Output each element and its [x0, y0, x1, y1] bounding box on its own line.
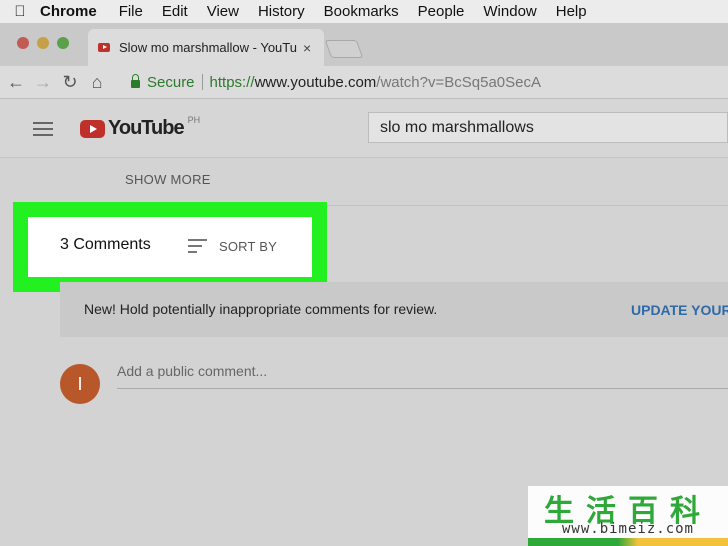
comments-count: 3 Comments	[60, 236, 151, 253]
mac-menubar:  Chrome File Edit View History Bookmark…	[0, 0, 728, 23]
menu-history[interactable]: History	[258, 3, 305, 20]
watermark-bar	[528, 538, 728, 546]
tab-title: Slow mo marshmallow - YouTube	[119, 40, 297, 55]
menu-file[interactable]: File	[119, 3, 143, 20]
menu-view[interactable]: View	[207, 3, 239, 20]
forward-arrow-icon[interactable]: →	[32, 72, 54, 93]
youtube-page: YouTube PH slo mo marshmallows SHOW MORE…	[0, 99, 728, 546]
address-bar[interactable]: Secure https:// www.youtube.com /watch?v…	[131, 70, 728, 94]
omnibox-separator	[201, 74, 203, 90]
watermark: 生活百科 www.bimeiz.com	[528, 486, 728, 546]
hamburger-menu-icon[interactable]	[33, 122, 53, 136]
browser-tab[interactable]: Slow mo marshmallow - YouTube ×	[88, 29, 324, 66]
youtube-header: YouTube PH slo mo marshmallows	[0, 99, 728, 158]
window-zoom-button[interactable]	[57, 37, 69, 49]
apple-icon[interactable]: 	[0, 3, 40, 20]
review-notice-bar: New! Hold potentially inappropriate comm…	[60, 282, 728, 337]
avatar: I	[60, 364, 100, 404]
back-arrow-icon[interactable]: ←	[5, 72, 27, 93]
window-minimize-button[interactable]	[37, 37, 49, 49]
show-more-button[interactable]: SHOW MORE	[125, 172, 211, 187]
menu-edit[interactable]: Edit	[162, 3, 188, 20]
notice-text: New! Hold potentially inappropriate comm…	[84, 301, 438, 317]
highlight-box: 3 Comments SORT BY	[13, 202, 327, 292]
youtube-logo[interactable]: YouTube PH	[80, 114, 201, 140]
lock-icon	[131, 74, 140, 88]
watermark-url: www.bimeiz.com	[561, 521, 694, 537]
tab-close-icon[interactable]: ×	[303, 40, 311, 56]
sort-icon[interactable]	[188, 239, 207, 257]
url-scheme: https://	[209, 73, 255, 91]
browser-toolbar: ← → ↻ ⌂ Secure https:// www.youtube.com …	[0, 66, 728, 99]
new-tab-button[interactable]	[324, 40, 364, 58]
window-close-button[interactable]	[17, 37, 29, 49]
region-code: PH	[187, 114, 201, 125]
reload-icon[interactable]: ↻	[59, 72, 81, 93]
menu-bookmarks[interactable]: Bookmarks	[324, 3, 399, 20]
youtube-play-icon	[80, 119, 105, 138]
menu-window[interactable]: Window	[483, 3, 536, 20]
home-icon[interactable]: ⌂	[86, 72, 108, 93]
sort-by-button[interactable]: SORT BY	[219, 239, 277, 254]
menu-chrome[interactable]: Chrome	[40, 3, 97, 20]
tab-strip: Slow mo marshmallow - YouTube ×	[0, 23, 728, 66]
url-host: www.youtube.com	[254, 73, 377, 91]
secure-label: Secure	[147, 73, 195, 91]
menu-people[interactable]: People	[418, 3, 465, 20]
update-settings-link[interactable]: UPDATE YOUR	[631, 302, 728, 318]
comment-input[interactable]: Add a public comment...	[117, 363, 728, 389]
url-path: /watch?v=BcSq5a0SecA	[376, 73, 541, 91]
youtube-favicon-icon	[98, 43, 110, 52]
menu-help[interactable]: Help	[556, 3, 587, 20]
search-input[interactable]: slo mo marshmallows	[368, 112, 728, 143]
comments-header: 3 Comments SORT BY	[28, 217, 312, 277]
youtube-wordmark: YouTube	[108, 117, 185, 139]
